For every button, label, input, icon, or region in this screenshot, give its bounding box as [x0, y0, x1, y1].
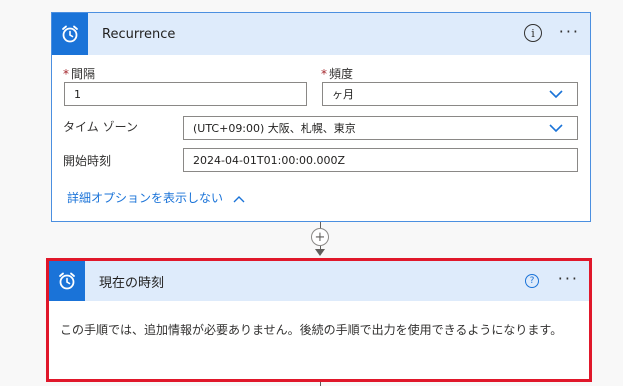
start-time-label: 開始時刻	[63, 154, 112, 168]
current-time-header[interactable]: 現在の時刻 ? ···	[49, 261, 589, 301]
help-icon[interactable]: ?	[525, 274, 539, 288]
add-step-button[interactable]: +	[311, 228, 329, 246]
start-time-input[interactable]: 2024-04-01T01:00:00.000Z	[183, 148, 578, 172]
chevron-down-icon	[549, 90, 563, 99]
recurrence-header[interactable]: Recurrence i ···	[52, 13, 590, 55]
more-options-button[interactable]: ···	[559, 22, 580, 41]
frequency-label: * 頻度	[321, 67, 354, 81]
interval-input[interactable]: 1	[64, 82, 307, 106]
interval-label: * 間隔	[63, 67, 96, 81]
advanced-options-toggle[interactable]: 詳細オプションを表示しない	[67, 189, 245, 206]
frequency-dropdown[interactable]: ヶ月	[322, 82, 578, 106]
chevron-up-icon	[233, 195, 245, 202]
timezone-label: タイム ゾーン	[63, 120, 138, 134]
chevron-down-icon	[549, 124, 563, 133]
advanced-options-label: 詳細オプションを表示しない	[67, 191, 224, 205]
alarm-clock-icon	[52, 13, 88, 55]
connector-line-bottom	[320, 382, 321, 386]
recurrence-card: Recurrence i ··· * 間隔 1 * 頻度 ヶ月 タイム ゾーン (U…	[51, 12, 591, 222]
connector-arrow-icon	[315, 249, 325, 256]
recurrence-title: Recurrence	[102, 26, 176, 42]
more-options-button[interactable]: ···	[558, 269, 579, 288]
timezone-value: (UTC+09:00) 大阪、札幌、東京	[193, 122, 356, 135]
alarm-clock-icon	[49, 261, 85, 301]
current-time-title: 現在の時刻	[99, 275, 165, 291]
info-icon[interactable]: i	[524, 24, 542, 42]
current-time-card[interactable]: 現在の時刻 ? ··· この手順では、追加情報が必要ありません。後続の手順で出力…	[46, 258, 592, 382]
frequency-value: ヶ月	[332, 88, 354, 101]
info-message: この手順では、追加情報が必要ありません。後続の手順で出力を使用できるようになりま…	[60, 323, 563, 337]
timezone-dropdown[interactable]: (UTC+09:00) 大阪、札幌、東京	[183, 116, 578, 140]
